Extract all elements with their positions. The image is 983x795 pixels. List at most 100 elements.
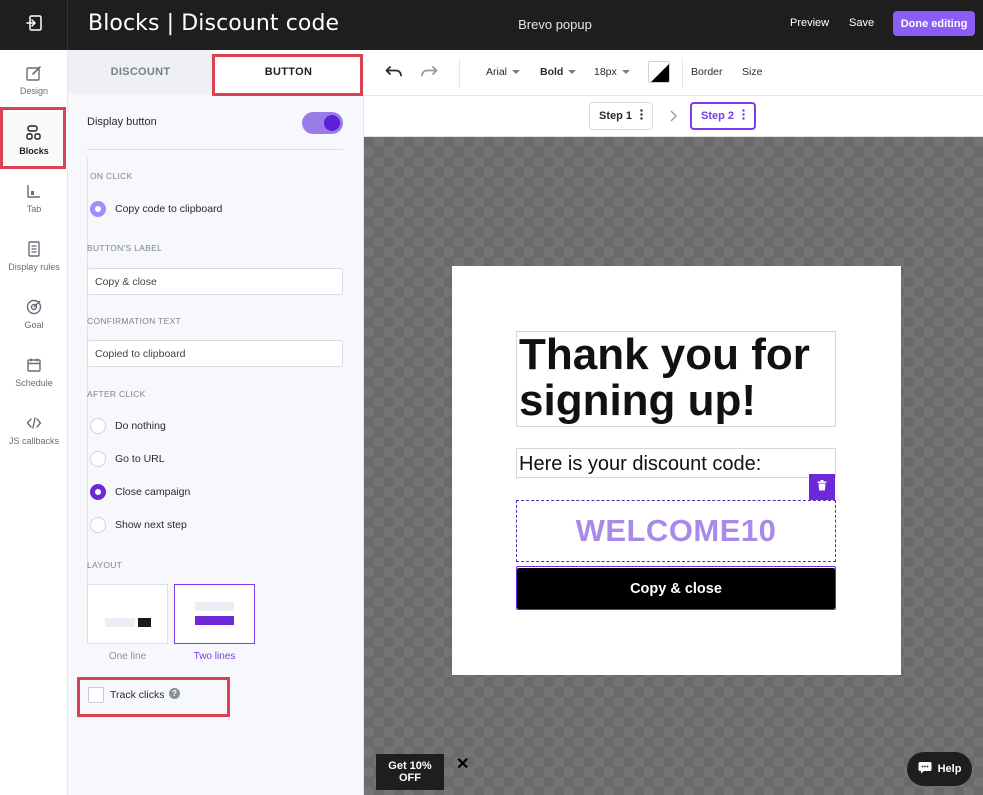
chevron-down-icon	[568, 70, 577, 74]
headline-block[interactable]: Thank you for signing up!	[516, 331, 836, 427]
campaign-name: Brevo popup	[518, 17, 592, 32]
size-button[interactable]: Size	[742, 66, 762, 78]
step-1-button[interactable]: Step 1	[589, 102, 654, 130]
rail-item-label: Schedule	[15, 378, 53, 388]
blocks-icon	[25, 124, 43, 144]
text-color-swatch[interactable]	[648, 61, 670, 83]
display-button-toggle[interactable]	[302, 112, 343, 134]
design-icon	[25, 64, 43, 84]
help-icon[interactable]: ?	[169, 688, 180, 699]
exit-icon	[25, 14, 43, 37]
font-size-dropdown[interactable]: 18px	[594, 66, 630, 78]
radio-label: Go to URL	[115, 453, 165, 465]
tab-button[interactable]: BUTTON	[213, 50, 364, 94]
font-family-dropdown[interactable]: Arial	[486, 66, 521, 78]
help-button[interactable]: Help	[907, 752, 972, 786]
button-label-heading: BUTTON'S LABEL	[87, 243, 163, 253]
rail-item-label: JS callbacks	[8, 436, 60, 446]
code-icon	[25, 414, 43, 434]
rail-item-design[interactable]: Design	[0, 52, 68, 108]
font-size-value: 18px	[594, 66, 617, 78]
track-clicks-checkbox[interactable]	[88, 687, 104, 703]
rail-item-goal[interactable]: Goal	[0, 286, 68, 342]
chat-icon	[918, 761, 932, 777]
teaser-close-icon[interactable]: ✕	[456, 754, 469, 774]
rail-item-schedule[interactable]: Schedule	[0, 344, 68, 400]
trash-icon	[817, 478, 827, 496]
save-button[interactable]: Save	[849, 17, 874, 29]
rail-item-label: Design	[19, 86, 48, 96]
layout-two-lines-label: Two lines	[193, 651, 236, 662]
rail-item-tab[interactable]: Tab	[0, 170, 68, 226]
tab-icon	[25, 182, 43, 202]
after-click-do-nothing[interactable]: Do nothing	[90, 417, 166, 435]
app-root: Blocks | Discount code Brevo popup Previ…	[0, 0, 983, 795]
button-label-input[interactable]	[87, 268, 343, 295]
font-weight-dropdown[interactable]: Bold	[540, 66, 577, 78]
color-swatch-icon	[651, 64, 669, 82]
radio	[90, 418, 106, 434]
settings-panel: DISCOUNT BUTTON Display button ON CLICK …	[68, 50, 364, 795]
rail-item-display-rules[interactable]: Display rules	[0, 228, 68, 284]
redo-icon	[420, 64, 438, 83]
delete-block-button[interactable]	[809, 474, 835, 500]
preview-canvas: Thank you for signing up! Here is your d…	[364, 137, 983, 795]
radio	[90, 517, 106, 533]
chevron-down-icon	[621, 70, 630, 74]
page-title: Blocks | Discount code	[88, 11, 340, 36]
toolbar-separator	[459, 58, 460, 88]
confirmation-text-input[interactable]	[87, 340, 343, 367]
done-editing-button[interactable]: Done editing	[893, 11, 975, 36]
font-family-value: Arial	[486, 66, 508, 78]
radio-selected	[90, 484, 106, 500]
rail-item-label: Blocks	[19, 146, 49, 156]
tab-discount[interactable]: DISCOUNT	[68, 50, 213, 94]
discount-code-block[interactable]: WELCOME10	[516, 500, 836, 562]
border-button[interactable]: Border	[691, 66, 723, 78]
radio-selected	[90, 201, 106, 217]
radio-label: Do nothing	[115, 420, 166, 432]
popup-subline: Here is your discount code:	[519, 453, 762, 475]
step-label: Step 1	[599, 110, 633, 122]
exit-button[interactable]	[0, 0, 68, 50]
schedule-icon	[25, 356, 43, 376]
step-label: Step 2	[701, 110, 735, 122]
confirmation-heading: CONFIRMATION TEXT	[87, 316, 182, 326]
top-bar: Blocks | Discount code Brevo popup Previ…	[0, 0, 983, 50]
layout-two-lines-card[interactable]	[174, 584, 255, 644]
help-label: Help	[937, 763, 962, 775]
more-vertical-icon	[640, 109, 643, 123]
chevron-right-icon	[669, 109, 677, 127]
popup-headline: Thank you for signing up!	[519, 330, 810, 425]
after-click-close-campaign[interactable]: Close campaign	[90, 483, 190, 501]
discount-code: WELCOME10	[575, 513, 777, 548]
display-rules-icon	[25, 240, 43, 260]
rail-item-label: Tab	[26, 204, 42, 214]
teaser-label: Get 10% OFF	[388, 760, 432, 784]
rail-item-blocks[interactable]: Blocks	[0, 112, 68, 168]
teaser-tab[interactable]: Get 10% OFF	[376, 754, 444, 790]
panel-tabs: DISCOUNT BUTTON	[68, 50, 364, 94]
undo-button[interactable]	[383, 63, 405, 83]
subline-block[interactable]: Here is your discount code:	[516, 448, 836, 478]
chevron-down-icon	[512, 70, 521, 74]
rail-item-js-callbacks[interactable]: JS callbacks	[0, 402, 68, 458]
radio-label: Close campaign	[115, 486, 191, 498]
redo-button[interactable]	[418, 63, 440, 83]
on-click-heading: ON CLICK	[90, 171, 133, 181]
layout-one-line-card[interactable]	[87, 584, 168, 644]
on-click-option[interactable]: Copy code to clipboard	[90, 200, 222, 218]
font-weight-value: Bold	[540, 66, 564, 78]
layout-heading: LAYOUT	[87, 560, 123, 570]
layout-one-line-label: One line	[108, 651, 147, 662]
left-rail: Design Blocks Tab Display rules Goal Sch…	[0, 50, 68, 795]
after-click-go-to-url[interactable]: Go to URL	[90, 450, 165, 468]
radio-label: Copy code to clipboard	[115, 203, 223, 215]
after-click-show-next-step[interactable]: Show next step	[90, 516, 187, 534]
format-toolbar: Arial Bold 18px Border Size	[364, 50, 983, 96]
preview-button[interactable]: Preview	[790, 17, 829, 29]
one-line-layout-icon	[105, 618, 151, 627]
step-2-button[interactable]: Step 2	[690, 102, 757, 130]
copy-close-button[interactable]: Copy & close	[517, 568, 835, 609]
toggle-knob	[324, 115, 340, 131]
